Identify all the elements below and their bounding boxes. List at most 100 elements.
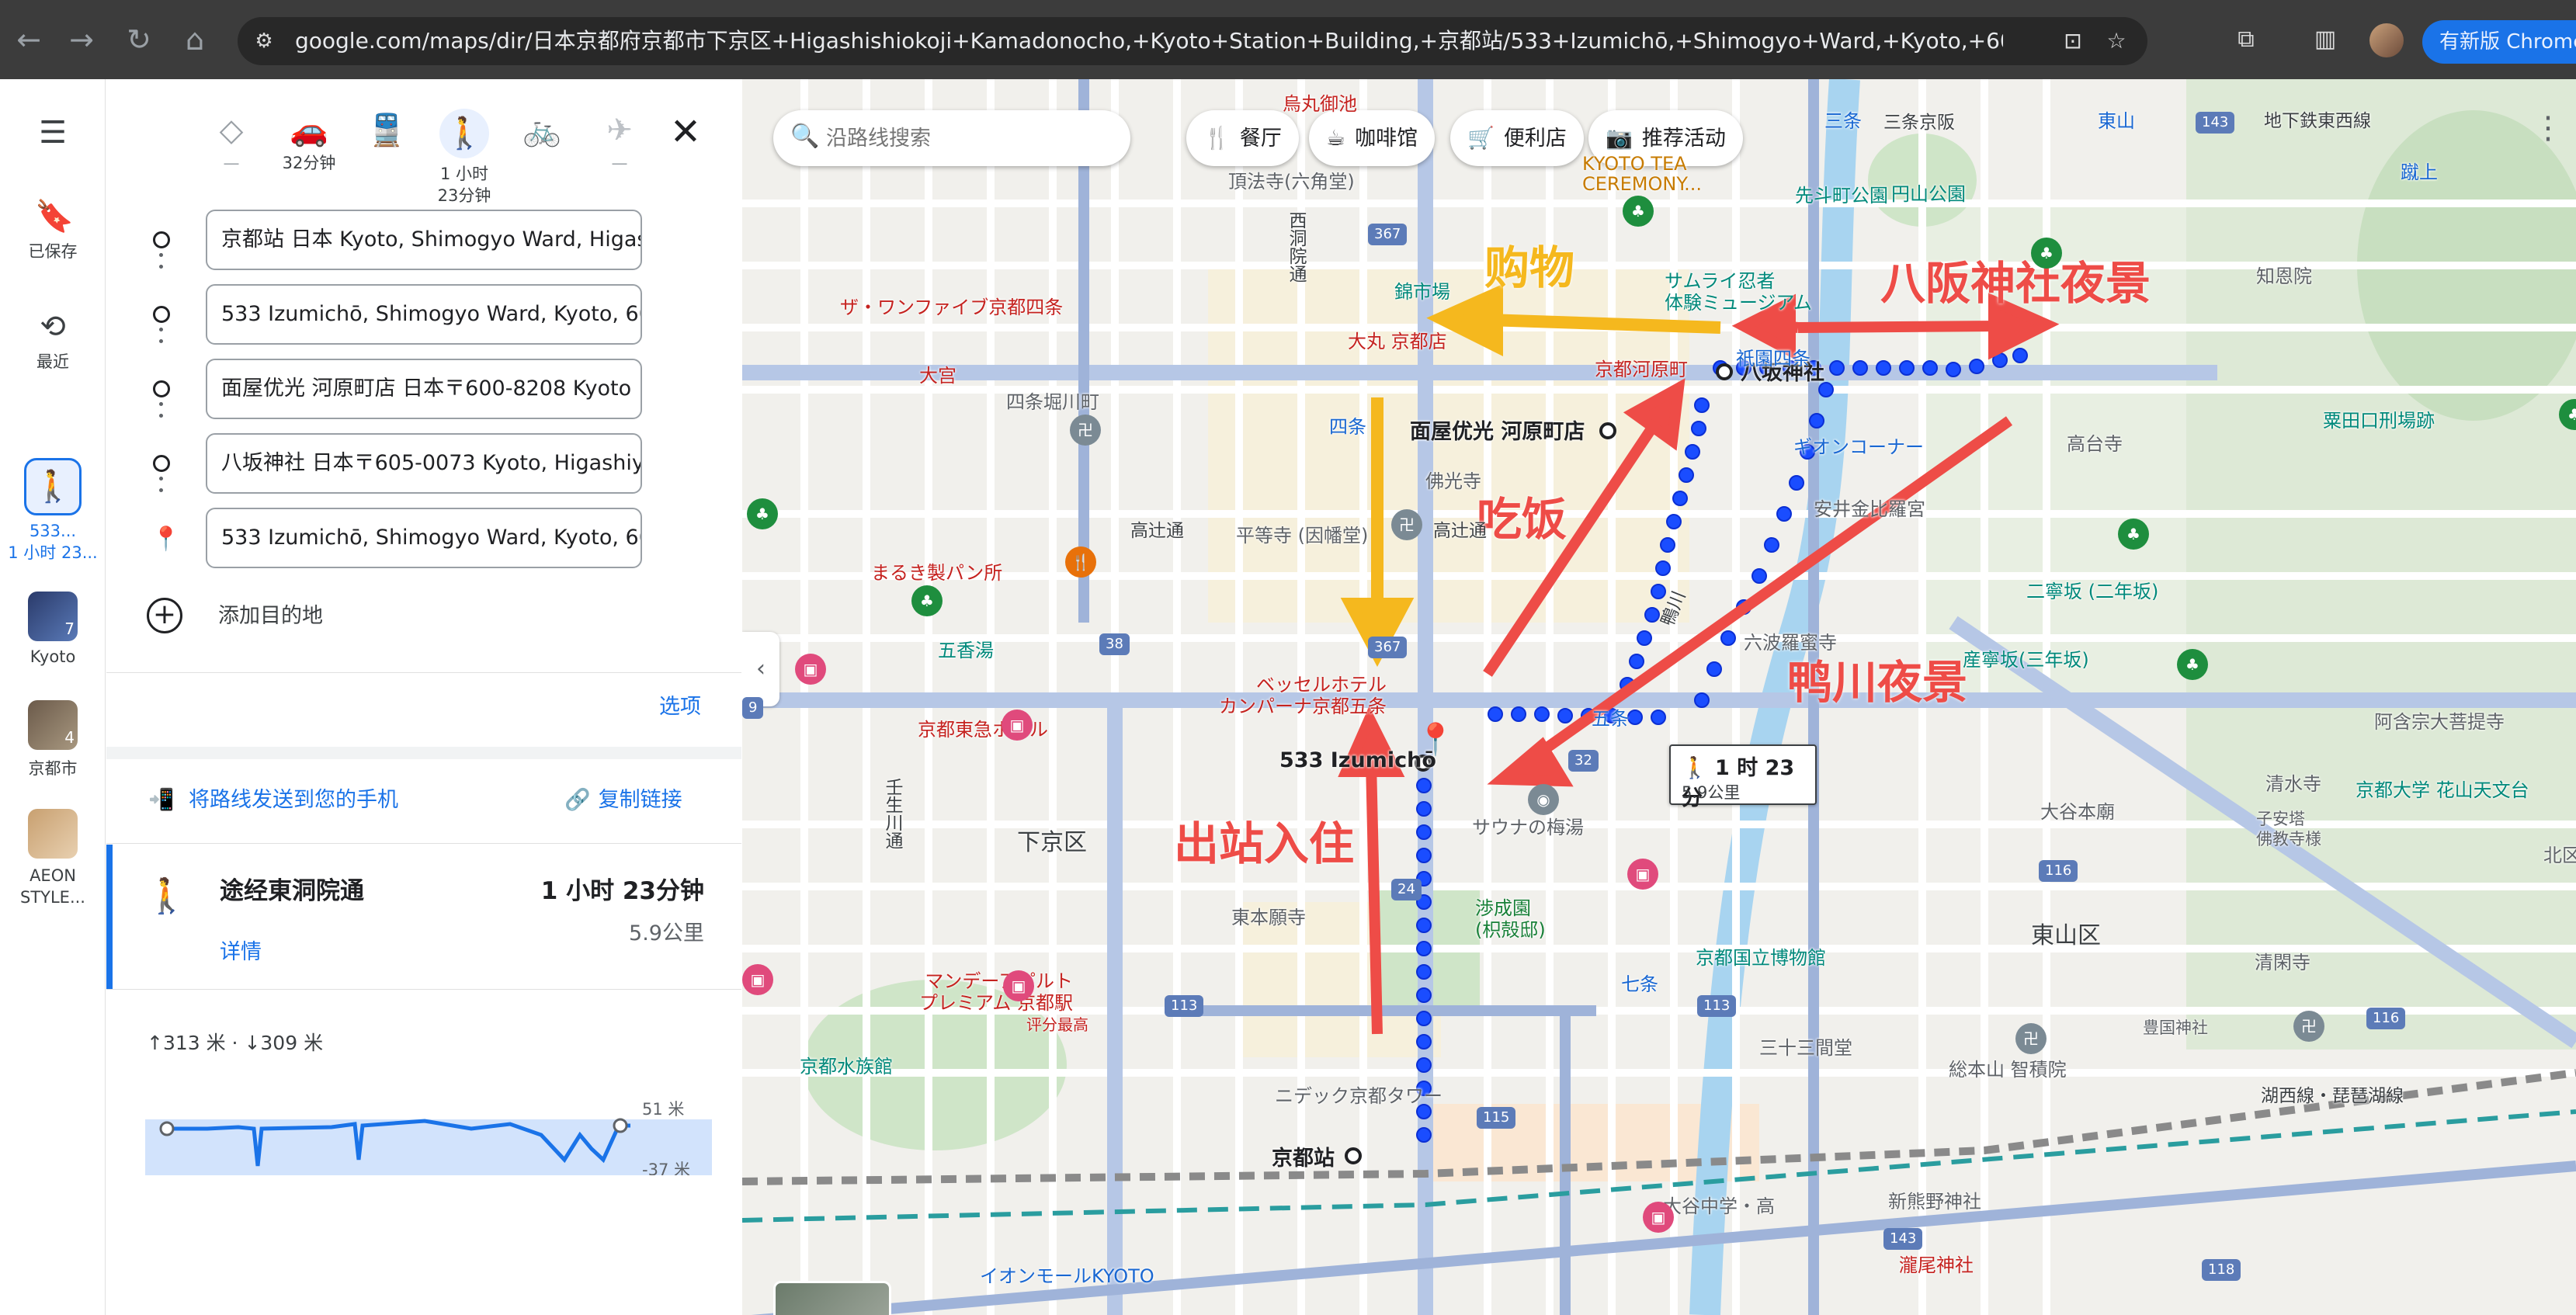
- map-label: 三十三間堂: [1759, 1037, 1852, 1059]
- map-canvas[interactable]: 🔍 🍴餐厅 ☕咖啡馆 🛒便利店 📷推荐活动 ⋮⋮ ‹ 购物 八阪神社夜景 吃饭 …: [742, 79, 2576, 1315]
- map-label: 清閑寺: [2255, 952, 2310, 973]
- map-label: 粟田口刑場跡: [2323, 410, 2435, 432]
- install-icon[interactable]: ⊡: [2059, 27, 2087, 55]
- add-destination-label: 添加目的地: [218, 604, 323, 628]
- hotel-icon: ▣: [1003, 970, 1034, 1001]
- send-to-phone-button[interactable]: 📲 将路线发送到您的手机: [148, 782, 398, 813]
- map-label: 産寧坂(三年坂): [1963, 649, 2089, 671]
- recent-active-route[interactable]: 🚶 533... 1 小时 23...: [0, 458, 106, 564]
- route-time-callout[interactable]: 🚶 1 时 23 分 5.9公里: [1669, 744, 1817, 810]
- recent-aeon[interactable]: AEON STYLE...: [0, 809, 106, 908]
- train-icon: 🚆: [367, 113, 406, 148]
- annotation-kamo-night: 鸭川夜景: [1787, 656, 1968, 709]
- update-chrome-button[interactable]: 有新版 Chrome: [2422, 20, 2576, 64]
- chip-cafes[interactable]: ☕ 咖啡馆: [1309, 110, 1436, 166]
- mode-bike[interactable]: 🚲: [507, 109, 577, 152]
- copy-link-button[interactable]: 🔗 复制链接: [564, 782, 682, 813]
- home-icon[interactable]: ⌂: [177, 22, 213, 57]
- reload-icon[interactable]: ↻: [121, 22, 157, 57]
- hotel-icon: ▣: [1002, 710, 1033, 741]
- map-label: 西洞院通: [1286, 211, 1306, 283]
- chip-label: 推荐活动: [1641, 127, 1726, 151]
- saved-button[interactable]: 🔖 已保存: [0, 199, 106, 262]
- map-label: まるき製パン所: [871, 562, 1003, 584]
- forward-icon[interactable]: →: [64, 22, 99, 57]
- temple-icon: 卍: [1391, 509, 1422, 540]
- best-route-icon: ◇: [219, 113, 244, 148]
- map-label: 東本願寺: [1231, 907, 1306, 928]
- waypoint-input-3[interactable]: 面屋优光 河原町店 日本〒600-8208 Kyoto: [206, 359, 642, 419]
- stop-menya-label[interactable]: 面屋优光 河原町店: [1410, 415, 1585, 445]
- profile-avatar[interactable]: [2369, 23, 2404, 57]
- url-text[interactable]: google.com/maps/dir/日本京都府京都市下京区+Higashis…: [295, 17, 2003, 65]
- chip-label: 餐厅: [1239, 127, 1282, 151]
- map-label: 四条堀川町: [1006, 391, 1099, 413]
- waypoint-input-4[interactable]: 八坂神社 日本〒605-0073 Kyoto, Higashiyama: [206, 433, 642, 494]
- map-label: 三条: [1824, 110, 1862, 132]
- hotel-icon: ▣: [742, 964, 773, 995]
- address-bar[interactable]: ⚙ google.com/maps/dir/日本京都府京都市下京区+Higash…: [238, 17, 2147, 65]
- route-shield: 116: [2366, 1008, 2406, 1029]
- chip-restaurants[interactable]: 🍴 餐厅: [1186, 110, 1299, 166]
- route-shield: 32: [1568, 750, 1599, 772]
- bookmark-star-icon[interactable]: ☆: [2102, 27, 2130, 55]
- map-label: ザ・ワンファイブ京都四条: [840, 297, 1064, 318]
- route-shield: 38: [1099, 633, 1130, 655]
- route-search-input[interactable]: [826, 120, 1113, 157]
- recent-button[interactable]: ⟲ 最近: [0, 309, 106, 373]
- close-directions-icon[interactable]: ✕: [664, 110, 707, 154]
- route-search-box[interactable]: 🔍: [773, 110, 1130, 166]
- map-label: 京都国立博物館: [1696, 947, 1826, 969]
- add-destination-button[interactable]: + 添加目的地: [147, 595, 535, 638]
- flight-label: —: [611, 154, 628, 172]
- map-label: 烏丸御池: [1283, 93, 1357, 115]
- saved-label: 已保存: [28, 242, 78, 261]
- options-button[interactable]: 选项: [659, 689, 701, 720]
- mode-best[interactable]: ◇ —: [196, 109, 266, 174]
- walk-route-icon: 🚶: [24, 458, 82, 515]
- mode-transit[interactable]: 🚆: [352, 109, 422, 152]
- waypoint-input-2[interactable]: 533 Izumichō, Shimogyo Ward, Kyoto, 600-…: [206, 284, 642, 345]
- chip-convenience[interactable]: 🛒 便利店: [1450, 110, 1584, 166]
- maps-left-rail: ☰ 🔖 已保存 ⟲ 最近 🚶 533... 1 小时 23... 7 Kyoto…: [0, 79, 106, 1315]
- map-label: 地下鉄東西線: [2264, 111, 2371, 131]
- side-panel-icon[interactable]: ▥: [2307, 22, 2343, 57]
- mode-walk[interactable]: 🚶 1 小时 23分钟: [429, 109, 499, 206]
- back-icon[interactable]: ←: [11, 22, 47, 57]
- kyoto-label: Kyoto: [30, 647, 76, 666]
- waypoint-input-5[interactable]: 533 Izumichō, Shimogyo Ward, Kyoto, 600-…: [206, 508, 642, 568]
- recent-kyoto[interactable]: 7 Kyoto: [0, 592, 106, 666]
- kyoto-city-thumbnail: 4: [28, 700, 78, 750]
- recent-kyoto-city[interactable]: 4 京都市: [0, 700, 106, 779]
- divider: [106, 989, 741, 990]
- layers-thumbnail[interactable]: [773, 1281, 891, 1315]
- mode-drive[interactable]: 🚗 32分钟: [274, 109, 344, 174]
- stop-kyoto-station-label[interactable]: 京都站: [1272, 1141, 1335, 1171]
- link-icon: 🔗: [564, 788, 591, 812]
- route-shield: 143: [2196, 112, 2235, 134]
- map-label: KYOTO TEA CEREMONY...: [1582, 153, 1702, 195]
- menu-button[interactable]: ☰: [0, 115, 106, 155]
- chip-label: 咖啡馆: [1355, 127, 1418, 151]
- mode-flight[interactable]: ✈ —: [585, 109, 654, 174]
- collapse-panel-button[interactable]: ‹: [742, 632, 779, 706]
- site-info-icon[interactable]: ⚙: [250, 27, 278, 55]
- route-shield: 113: [1165, 995, 1204, 1017]
- map-label: 大丸 京都店: [1348, 331, 1447, 352]
- map-label: 六波羅蜜寺: [1744, 632, 1837, 654]
- waypoint-input-1[interactable]: 京都站 日本 Kyoto, Shimogyo Ward, Higashi: [206, 210, 642, 270]
- apps-grid-icon[interactable]: ⋮⋮: [2533, 110, 2576, 146]
- map-label: 円山公園: [1891, 183, 1966, 205]
- extensions-icon[interactable]: ⧉: [2228, 22, 2264, 57]
- route-option-card[interactable]: 🚶 途经東洞院通 1 小时 23分钟 5.9公里 详情: [106, 845, 741, 989]
- map-label: 阿含宗大菩提寺: [2374, 711, 2505, 733]
- stop-izumicho-label[interactable]: 533 Izumichō: [1279, 748, 1436, 772]
- route-details-link[interactable]: 详情: [220, 935, 262, 965]
- map-label: 瀧尾神社: [1899, 1254, 1974, 1276]
- directions-panel: ◇ — 🚗 32分钟 🚆 🚶 1 小时 23分钟 🚲 ✈ — ✕ 📍 京都站 日…: [106, 79, 741, 1315]
- map-label: 子安塔 佛教寺様: [2256, 810, 2321, 848]
- map-label: 平等寺 (因幡堂): [1236, 525, 1369, 546]
- hotel-icon: ▣: [1627, 859, 1658, 890]
- browser-toolbar: ← → ↻ ⌂ ⚙ google.com/maps/dir/日本京都府京都市下京…: [0, 0, 2576, 79]
- chip-label: 便利店: [1503, 127, 1567, 151]
